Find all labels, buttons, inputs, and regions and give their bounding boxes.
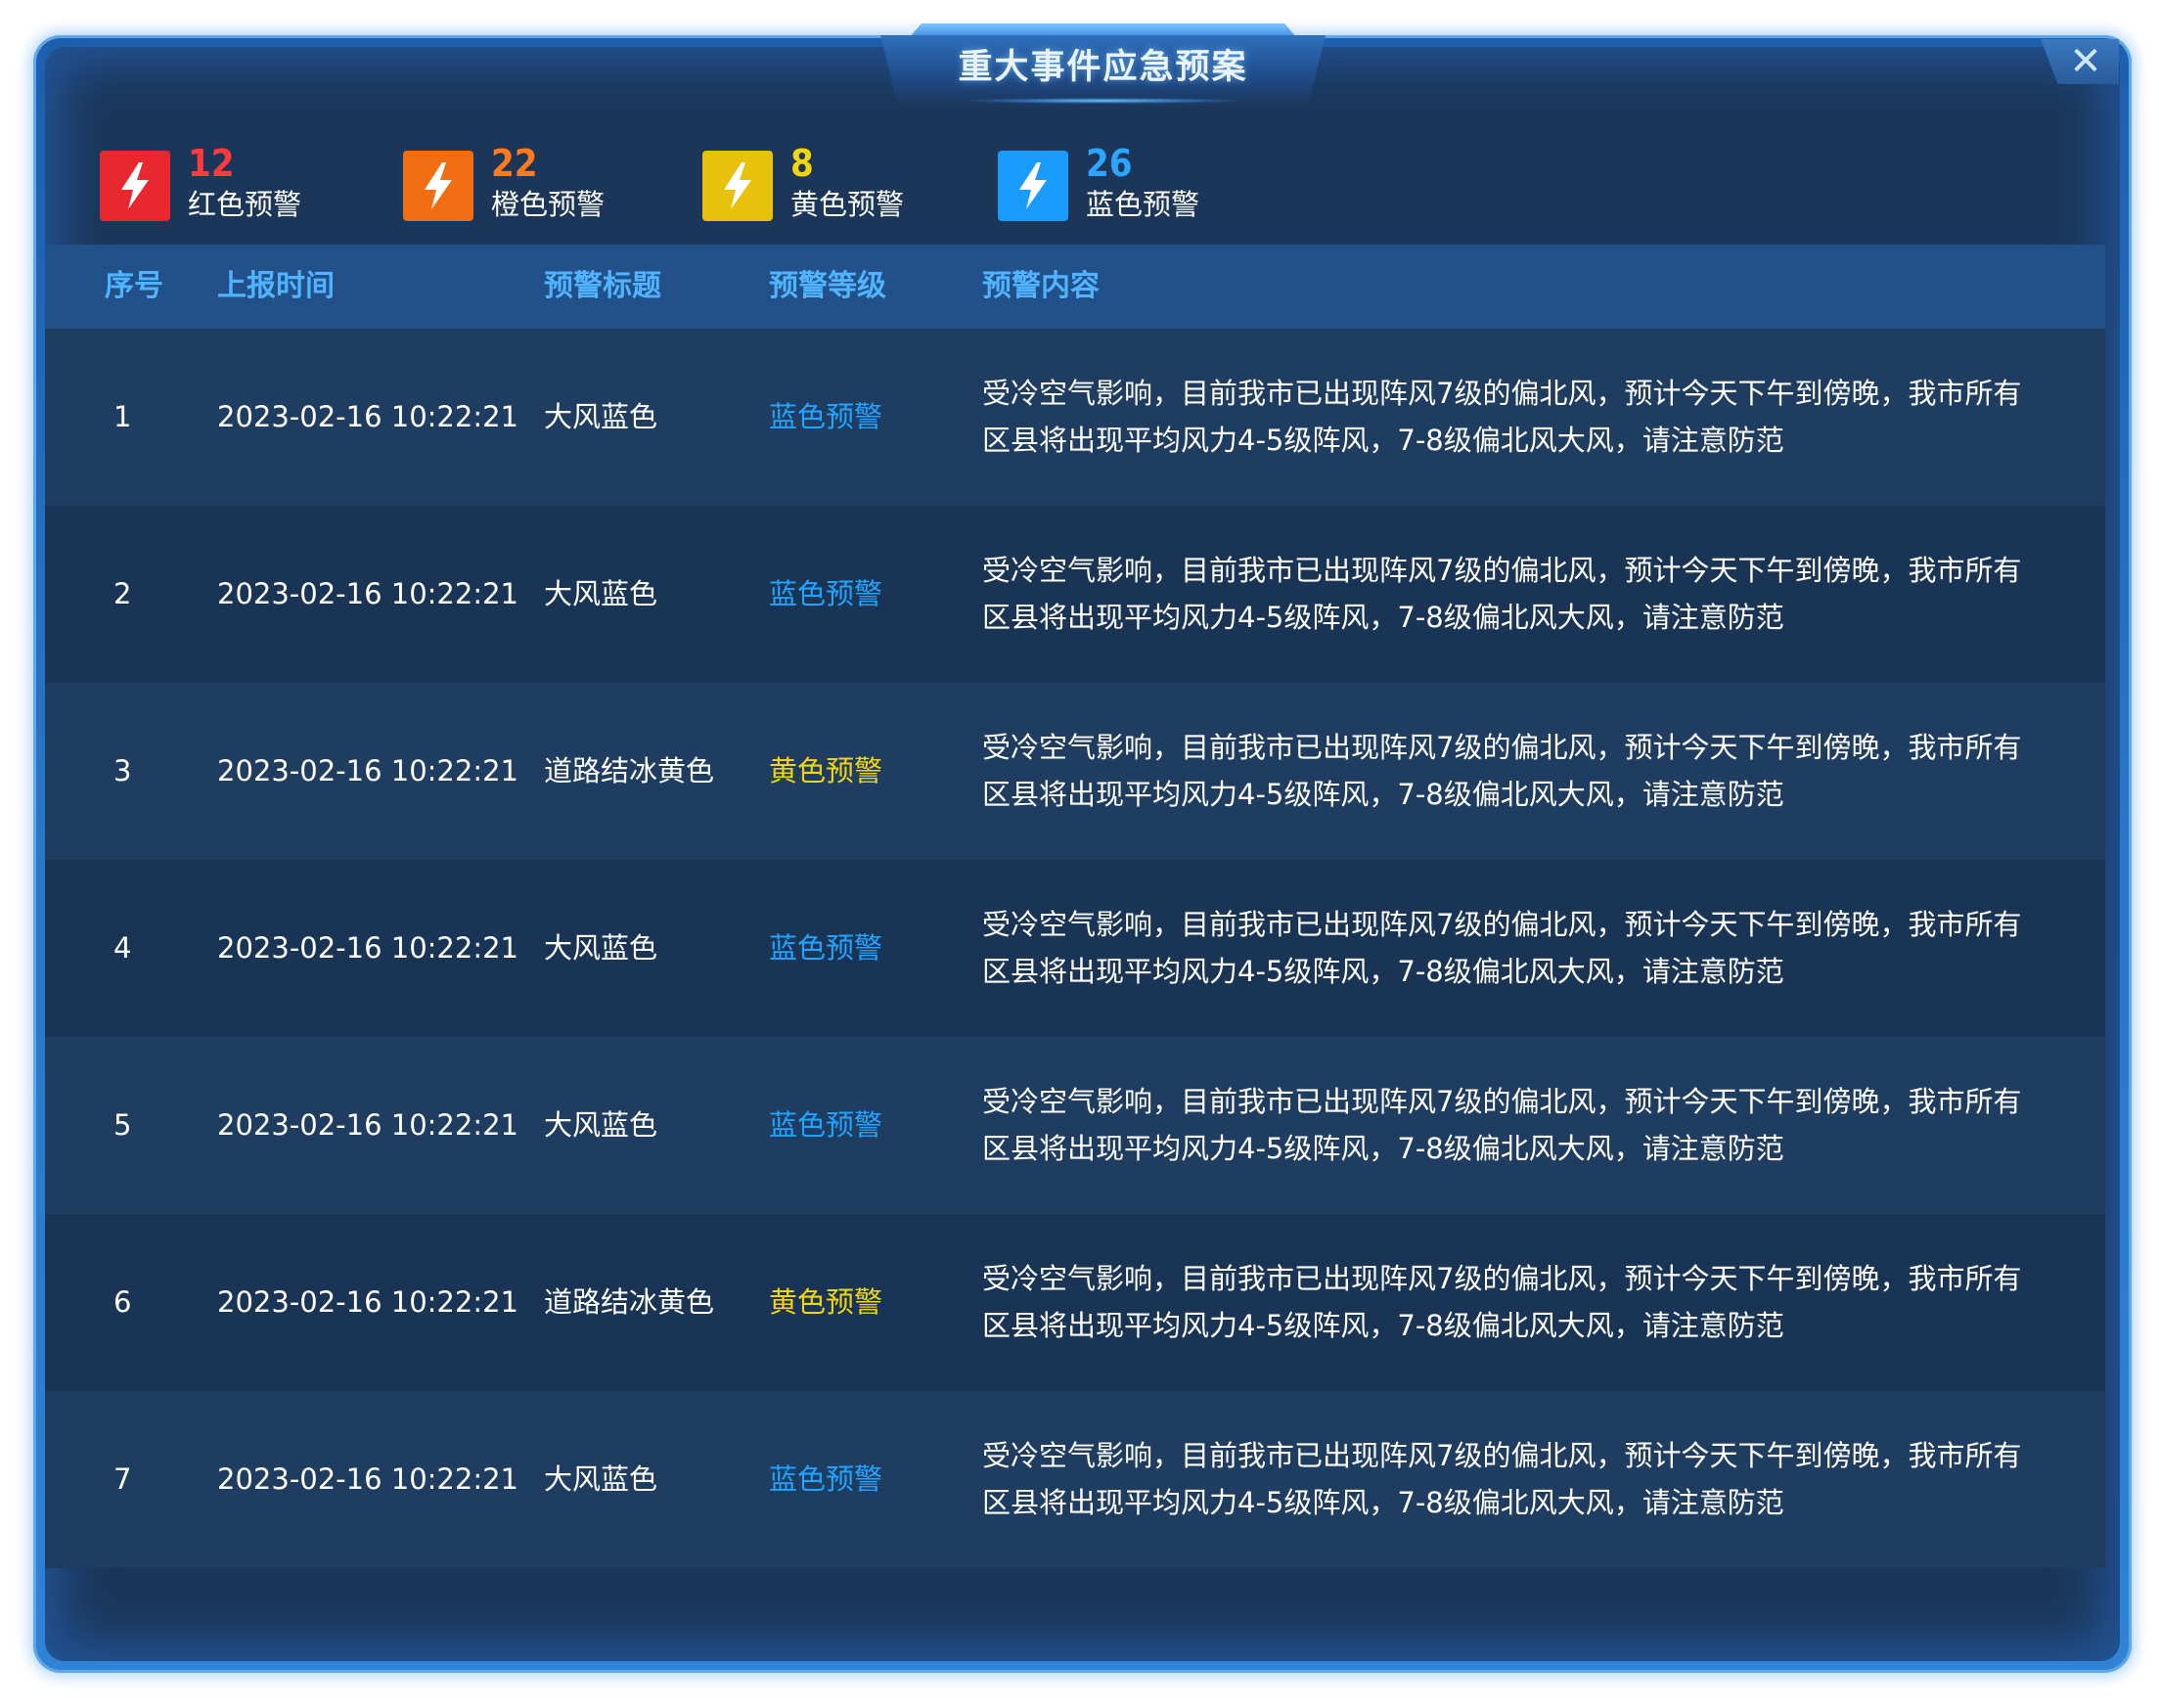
stat-count: 8 — [790, 142, 814, 185]
row-content: 受冷空气影响，目前我市已出现阵风7级的偏北风，预计今天下午到傍晚，我市所有区县将… — [982, 1085, 2022, 1165]
row-index: 6 — [113, 1285, 132, 1319]
row-title: 大风蓝色 — [544, 400, 658, 433]
row-level: 蓝色预警 — [769, 931, 883, 965]
row-level: 黄色预警 — [769, 1285, 883, 1319]
row-content: 受冷空气影响，目前我市已出现阵风7级的偏北风，预计今天下午到傍晚，我市所有区县将… — [982, 731, 2022, 811]
dialog-title: 重大事件应急预案 — [958, 48, 1248, 87]
row-index: 4 — [113, 931, 132, 965]
row-index: 2 — [113, 577, 132, 610]
lightning-icon — [403, 151, 473, 221]
row-index: 3 — [113, 754, 132, 787]
table-header: 序号 上报时间 预警标题 预警等级 预警内容 — [45, 245, 2105, 329]
row-content: 受冷空气影响，目前我市已出现阵风7级的偏北风，预计今天下午到傍晚，我市所有区县将… — [982, 554, 2022, 634]
stat-count: 22 — [491, 142, 538, 185]
stat-label: 蓝色预警 — [1086, 188, 1200, 221]
header-level: 预警等级 — [769, 269, 886, 303]
stat-label: 黄色预警 — [790, 188, 905, 221]
row-level: 蓝色预警 — [769, 1462, 883, 1496]
row-title: 道路结冰黄色 — [544, 1285, 715, 1319]
header-time: 上报时间 — [217, 269, 335, 303]
row-index: 7 — [113, 1462, 132, 1496]
row-content: 受冷空气影响，目前我市已出现阵风7级的偏北风，预计今天下午到傍晚，我市所有区县将… — [982, 908, 2022, 988]
row-level: 蓝色预警 — [769, 400, 883, 433]
row-content: 受冷空气影响，目前我市已出现阵风7级的偏北风，预计今天下午到傍晚，我市所有区县将… — [982, 1439, 2022, 1519]
header-title: 预警标题 — [544, 269, 661, 303]
lightning-icon — [998, 151, 1068, 221]
row-index: 1 — [113, 400, 132, 433]
close-icon: ✕ — [2069, 39, 2102, 84]
row-content: 受冷空气影响，目前我市已出现阵风7级的偏北风，预计今天下午到傍晚，我市所有区县将… — [982, 377, 2022, 457]
table-row[interactable]: 7 2023-02-16 10:22:21 大风蓝色 蓝色预警 受冷空气影响，目… — [45, 1391, 2105, 1568]
header-index: 序号 — [105, 269, 163, 303]
lightning-icon — [702, 151, 773, 221]
stat-count: 12 — [188, 142, 235, 185]
stat-label: 橙色预警 — [491, 188, 606, 221]
title-underline-glow — [968, 98, 1237, 104]
row-level: 蓝色预警 — [769, 577, 883, 610]
row-title: 大风蓝色 — [544, 931, 658, 965]
row-time: 2023-02-16 10:22:21 — [217, 931, 518, 965]
table-row[interactable]: 6 2023-02-16 10:22:21 道路结冰黄色 黄色预警 受冷空气影响… — [45, 1214, 2105, 1391]
stat-label: 红色预警 — [188, 188, 302, 221]
title-tab-decoration — [910, 23, 1296, 37]
row-title: 大风蓝色 — [544, 1462, 658, 1496]
row-level: 黄色预警 — [769, 754, 883, 787]
table-row[interactable]: 5 2023-02-16 10:22:21 大风蓝色 蓝色预警 受冷空气影响，目… — [45, 1037, 2105, 1214]
row-time: 2023-02-16 10:22:21 — [217, 754, 518, 787]
row-title: 道路结冰黄色 — [544, 754, 715, 787]
row-title: 大风蓝色 — [544, 1108, 658, 1142]
lightning-icon — [100, 151, 170, 221]
row-index: 5 — [113, 1108, 132, 1142]
table-row[interactable]: 1 2023-02-16 10:22:21 大风蓝色 蓝色预警 受冷空气影响，目… — [45, 329, 2105, 506]
row-level: 蓝色预警 — [769, 1108, 883, 1142]
row-time: 2023-02-16 10:22:21 — [217, 1285, 518, 1319]
row-time: 2023-02-16 10:22:21 — [217, 1462, 518, 1496]
header-content: 预警内容 — [982, 269, 1100, 303]
row-time: 2023-02-16 10:22:21 — [217, 577, 518, 610]
row-title: 大风蓝色 — [544, 577, 658, 610]
row-content: 受冷空气影响，目前我市已出现阵风7级的偏北风，预计今天下午到傍晚，我市所有区县将… — [982, 1262, 2022, 1342]
row-time: 2023-02-16 10:22:21 — [217, 1108, 518, 1142]
table-row[interactable]: 2 2023-02-16 10:22:21 大风蓝色 蓝色预警 受冷空气影响，目… — [45, 506, 2105, 683]
row-time: 2023-02-16 10:22:21 — [217, 400, 518, 433]
table-body: 1 2023-02-16 10:22:21 大风蓝色 蓝色预警 受冷空气影响，目… — [45, 329, 2105, 1568]
stat-count: 26 — [1086, 142, 1133, 185]
table-row[interactable]: 4 2023-02-16 10:22:21 大风蓝色 蓝色预警 受冷空气影响，目… — [45, 860, 2105, 1037]
table-row[interactable]: 3 2023-02-16 10:22:21 道路结冰黄色 黄色预警 受冷空气影响… — [45, 683, 2105, 860]
